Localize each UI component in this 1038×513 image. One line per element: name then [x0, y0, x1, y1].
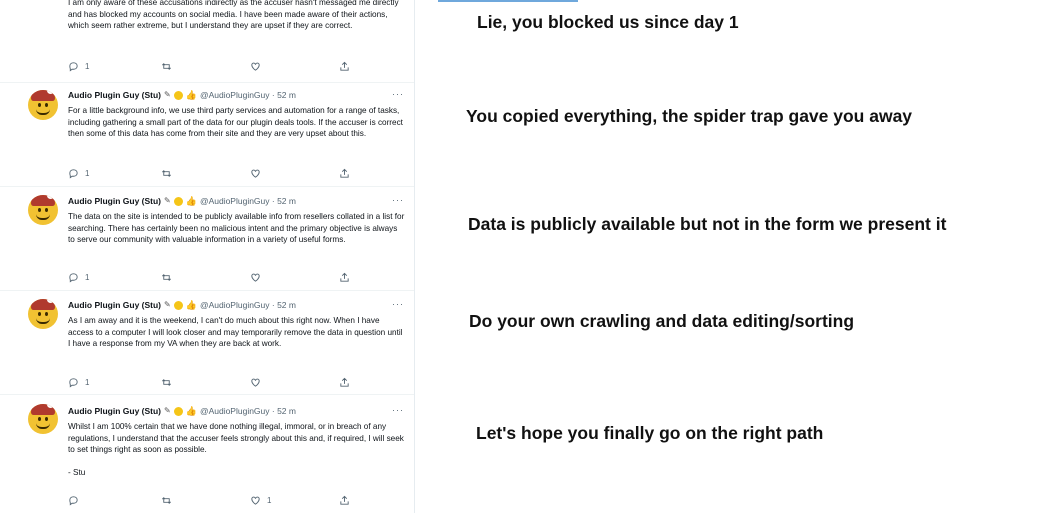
annotation-4: Do your own crawling and data editing/so… [469, 311, 855, 331]
tweet-0[interactable]: I am only aware of these accusations ind… [0, 0, 414, 83]
share-icon [340, 168, 349, 178]
avatar[interactable] [28, 404, 58, 434]
author-name[interactable]: Audio Plugin Guy (Stu) [68, 406, 161, 416]
reply-button[interactable]: 1 [68, 61, 89, 72]
reply-icon [69, 61, 78, 72]
pin-emoji-icon: ✎ [164, 90, 171, 99]
like-icon [251, 496, 260, 505]
author-handle[interactable]: @AudioPluginGuy · 52 m [200, 406, 296, 416]
author-handle[interactable]: @AudioPluginGuy · 52 m [200, 300, 296, 310]
reply-button[interactable] [68, 495, 79, 506]
smile-emoji-icon [173, 196, 183, 206]
smile-emoji-icon [173, 406, 183, 416]
tweet-3[interactable]: Audio Plugin Guy (Stu) ✎ 👍 @AudioPluginG… [0, 291, 414, 395]
author-name[interactable]: Audio Plugin Guy (Stu) [68, 300, 161, 310]
reply-icon [69, 272, 78, 283]
thumbs-up-emoji-icon: 👍 [185, 300, 197, 310]
retweet-button[interactable] [161, 168, 172, 179]
tweet-header: Audio Plugin Guy (Stu) ✎ 👍 @AudioPluginG… [68, 405, 408, 417]
tweet-2[interactable]: Audio Plugin Guy (Stu) ✎ 👍 @AudioPluginG… [0, 187, 414, 291]
like-button[interactable] [250, 168, 261, 179]
author-name[interactable]: Audio Plugin Guy (Stu) [68, 196, 161, 206]
share-button[interactable] [339, 168, 350, 179]
tweet-header: Audio Plugin Guy (Stu) ✎ 👍 @AudioPluginG… [68, 89, 408, 101]
retweet-icon [162, 62, 171, 70]
share-button[interactable] [339, 377, 350, 388]
more-options-button[interactable]: ··· [392, 299, 404, 309]
share-button[interactable] [339, 495, 350, 506]
thumbs-up-emoji-icon: 👍 [185, 196, 197, 206]
tweet-text: I am only aware of these accusations ind… [68, 0, 399, 30]
retweet-icon [162, 169, 171, 177]
pin-emoji-icon: ✎ [164, 406, 171, 415]
tweet-actions: 1 [68, 494, 358, 506]
tweet-actions: 1 [68, 271, 358, 283]
thumbs-up-emoji-icon: 👍 [185, 90, 197, 100]
like-icon [251, 378, 260, 387]
share-button[interactable] [339, 61, 350, 72]
tweet-timeline: I am only aware of these accusations ind… [0, 0, 415, 513]
share-icon [340, 495, 349, 505]
retweet-icon [162, 378, 171, 386]
share-button[interactable] [339, 272, 350, 283]
retweet-button[interactable] [161, 377, 172, 388]
tweet-1[interactable]: Audio Plugin Guy (Stu) ✎ 👍 @AudioPluginG… [0, 83, 414, 187]
annotation-5: Let's hope you finally go on the right p… [476, 423, 824, 443]
reply-button[interactable]: 1 [68, 272, 89, 283]
like-icon [251, 169, 260, 178]
tweet-text: For a little background info, we use thi… [68, 106, 403, 138]
retweet-icon [162, 273, 171, 281]
avatar[interactable] [28, 299, 58, 329]
retweet-icon [162, 496, 171, 504]
tweet-header: Audio Plugin Guy (Stu) ✎ 👍 @AudioPluginG… [68, 299, 408, 311]
tweet-text: The data on the site is intended to be p… [68, 212, 405, 244]
author-handle[interactable]: @AudioPluginGuy · 52 m [200, 90, 296, 100]
retweet-button[interactable] [161, 272, 172, 283]
more-options-button[interactable]: ··· [392, 89, 404, 99]
reply-icon [69, 495, 78, 506]
like-button[interactable] [250, 377, 261, 388]
smile-emoji-icon [173, 300, 183, 310]
pin-emoji-icon: ✎ [164, 300, 171, 309]
avatar[interactable] [28, 90, 58, 120]
like-button[interactable]: 1 [250, 495, 271, 506]
like-button[interactable] [250, 61, 267, 72]
retweet-button[interactable] [161, 61, 178, 72]
annotation-3: Data is publicly available but not in th… [468, 214, 947, 234]
tweet-text: Whilst I am 100% certain that we have do… [68, 422, 404, 477]
tweet-text: As I am away and it is the weekend, I ca… [68, 316, 403, 348]
reply-button[interactable]: 1 [68, 168, 89, 179]
thumbs-up-emoji-icon: 👍 [185, 406, 197, 416]
avatar[interactable] [28, 195, 58, 225]
share-icon [340, 377, 349, 387]
like-icon [251, 273, 260, 282]
smile-emoji-icon [173, 90, 183, 100]
author-handle[interactable]: @AudioPluginGuy · 52 m [200, 196, 296, 206]
tweet-actions: 1 [68, 60, 358, 72]
author-name[interactable]: Audio Plugin Guy (Stu) [68, 90, 161, 100]
share-icon [340, 272, 349, 282]
top-accent-bar [438, 0, 578, 2]
reply-icon [69, 377, 78, 388]
like-icon [251, 62, 260, 71]
like-button[interactable] [250, 272, 261, 283]
tweet-actions: 1 [68, 167, 358, 179]
more-options-button[interactable]: ··· [392, 195, 404, 205]
annotation-1: Lie, you blocked us since day 1 [477, 12, 739, 32]
tweet-actions: 1 [68, 376, 358, 388]
annotation-2: You copied everything, the spider trap g… [466, 106, 913, 126]
tweet-4[interactable]: Audio Plugin Guy (Stu) ✎ 👍 @AudioPluginG… [0, 395, 414, 513]
retweet-button[interactable] [161, 495, 172, 506]
reply-button[interactable]: 1 [68, 377, 89, 388]
more-options-button[interactable]: ··· [392, 405, 404, 415]
share-icon [340, 61, 349, 71]
reply-icon [69, 168, 78, 179]
tweet-header: Audio Plugin Guy (Stu) ✎ 👍 @AudioPluginG… [68, 195, 408, 207]
pin-emoji-icon: ✎ [164, 196, 171, 205]
